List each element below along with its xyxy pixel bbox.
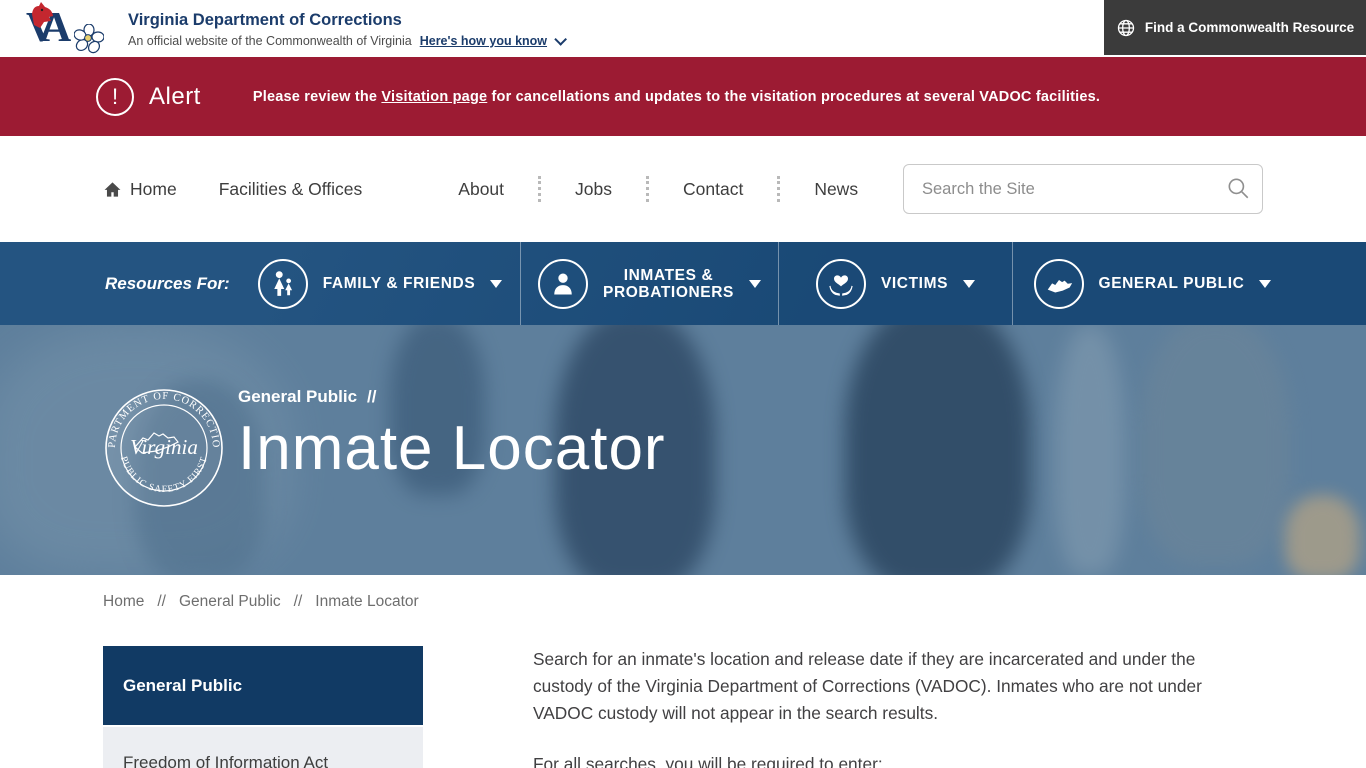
menu-victims[interactable]: VICTIMS [778, 242, 1012, 325]
intro-paragraph: Search for an inmate's location and rele… [533, 646, 1255, 727]
chevron-down-icon [490, 280, 502, 288]
seal-virginia-text: Virginia [130, 435, 198, 459]
menu-family-friends-label: FAMILY & FRIENDS [323, 275, 476, 292]
search-icon[interactable] [1225, 175, 1251, 201]
nav-separator [538, 176, 541, 202]
menu-inmates-probationers-label: INMATES & PROBATIONERS [603, 267, 734, 301]
nav-facilities-offices[interactable]: Facilities & Offices [219, 179, 363, 200]
main-navigation: Home Facilities & Offices About Jobs Con… [0, 136, 1366, 242]
menu-victims-label: VICTIMS [881, 275, 948, 292]
hero-eyebrow: General Public // [238, 387, 666, 407]
alert-label: Alert [149, 83, 201, 111]
sidebar: General Public Freedom of Information Ac… [103, 646, 423, 768]
chevron-down-icon [963, 280, 975, 288]
breadcrumb-separator: // [157, 593, 166, 611]
alert-message-before: Please review the [253, 89, 382, 105]
inmate-icon [538, 259, 588, 309]
virginia-state-icon [1034, 259, 1084, 309]
chevron-down-icon [749, 280, 761, 288]
globe-icon [1116, 18, 1136, 38]
family-icon [258, 259, 308, 309]
page: VA Virginia Department of Corrections An [0, 0, 1366, 768]
alert-message: Please review the Visitation page for ca… [253, 89, 1100, 105]
hero-eyebrow-separator: // [367, 387, 376, 407]
breadcrumb-current: Inmate Locator [315, 593, 418, 611]
inmates-line2: PROBATIONERS [603, 284, 734, 301]
menu-general-public[interactable]: GENERAL PUBLIC [1012, 242, 1292, 325]
nav-contact[interactable]: Contact [683, 179, 743, 200]
main-content: Search for an inmate's location and rele… [533, 646, 1255, 768]
nav-separator [777, 176, 780, 202]
cardinal-icon [20, 2, 54, 28]
site-title: Virginia Department of Corrections [128, 11, 563, 30]
official-website-text: An official website of the Commonwealth … [128, 34, 412, 48]
chevron-down-icon [554, 33, 567, 46]
alert-message-after: for cancellations and updates to the vis… [487, 89, 1100, 105]
alert-banner: ! Alert Please review the Visitation pag… [0, 57, 1366, 136]
nav-home-label: Home [130, 179, 177, 200]
resource-button-label: Find a Commonwealth Resource [1145, 20, 1354, 35]
resources-bar: Resources For: FAMILY & FRIENDS [0, 242, 1366, 325]
site-title-block: Virginia Department of Corrections An of… [128, 9, 563, 48]
dogwood-flower-icon [74, 24, 104, 54]
chevron-down-icon [1259, 280, 1271, 288]
breadcrumb-home[interactable]: Home [103, 593, 144, 611]
breadcrumb: Home // General Public // Inmate Locator [103, 593, 1366, 611]
vadoc-seal: DEPARTMENT OF CORRECTIONS PUBLIC SAFETY … [103, 387, 225, 509]
sidebar-item-foia[interactable]: Freedom of Information Act [103, 727, 423, 768]
breadcrumb-general-public[interactable]: General Public [179, 593, 281, 611]
menu-family-friends[interactable]: FAMILY & FRIENDS [240, 242, 520, 325]
hands-heart-icon [816, 259, 866, 309]
nav-news[interactable]: News [814, 179, 858, 200]
resources-for-label: Resources For: [0, 242, 240, 325]
content-area: General Public Freedom of Information Ac… [103, 646, 1263, 768]
sidebar-item-general-public[interactable]: General Public [103, 646, 423, 725]
nav-jobs[interactable]: Jobs [575, 179, 612, 200]
menu-general-public-label: GENERAL PUBLIC [1099, 275, 1245, 292]
search-requirements-lead: For all searches, you will be required t… [533, 751, 1255, 768]
nav-about[interactable]: About [458, 179, 504, 200]
hero-eyebrow-label[interactable]: General Public [238, 387, 357, 407]
hero-banner: DEPARTMENT OF CORRECTIONS PUBLIC SAFETY … [0, 325, 1366, 575]
menu-inmates-probationers[interactable]: INMATES & PROBATIONERS [520, 242, 778, 325]
site-search [903, 164, 1263, 214]
vadoc-logo[interactable]: VA [18, 2, 110, 56]
alert-exclamation-icon: ! [96, 78, 134, 116]
nav-separator [646, 176, 649, 202]
inmates-line1: INMATES & [603, 267, 734, 284]
search-input[interactable] [903, 164, 1263, 214]
heres-how-you-know-link[interactable]: Here's how you know [420, 34, 547, 48]
find-commonwealth-resource-button[interactable]: Find a Commonwealth Resource [1104, 0, 1366, 55]
visitation-page-link[interactable]: Visitation page [381, 89, 487, 105]
breadcrumb-separator: // [294, 593, 303, 611]
nav-home[interactable]: Home [103, 179, 177, 200]
page-title: Inmate Locator [238, 416, 666, 482]
top-header: VA Virginia Department of Corrections An [0, 0, 1366, 57]
home-icon [103, 180, 122, 199]
